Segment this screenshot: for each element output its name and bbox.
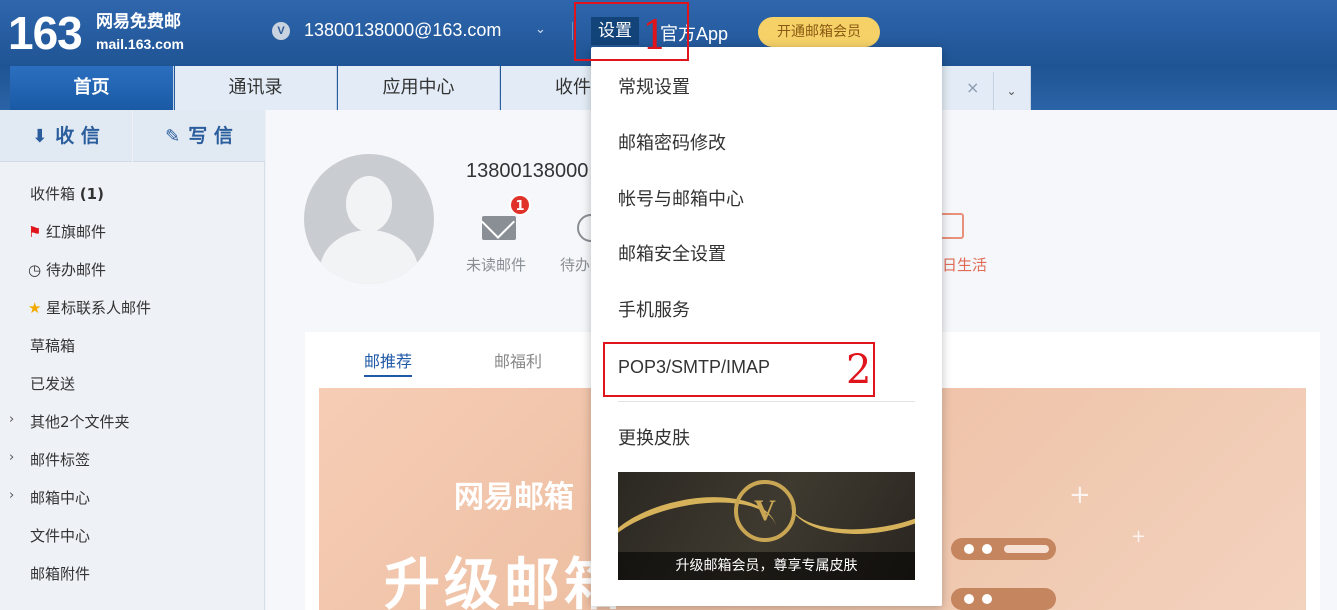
skin-decoration	[781, 472, 915, 547]
banner-decoration: +	[1131, 526, 1147, 547]
sidebar-item-todo[interactable]: ◷ 待办邮件	[28, 260, 107, 280]
vip-badge-icon: V	[734, 480, 796, 542]
annotation-box-2	[603, 342, 875, 397]
annotation-number-1: 1	[642, 13, 668, 59]
star-icon: ★	[28, 299, 42, 317]
receive-label: 收 信	[55, 125, 100, 147]
banner-decoration	[1004, 545, 1049, 553]
logo-url: mail.163.com	[96, 36, 184, 52]
sidebar-item-inbox[interactable]: 收件箱 (1)	[30, 184, 104, 204]
vip-level-icon: V	[272, 22, 290, 40]
edit-icon: ✎	[165, 126, 181, 147]
chevron-right-icon[interactable]: ›	[9, 450, 14, 465]
banner-decoration	[982, 544, 992, 554]
compose-button[interactable]: ✎ 写 信	[133, 110, 265, 162]
sidebar-item-label: 收件箱	[30, 185, 76, 203]
menu-item-change-skin[interactable]: 更换皮肤	[618, 427, 690, 451]
todo-label[interactable]: 待办	[560, 254, 590, 275]
avatar[interactable]	[304, 154, 434, 284]
sidebar-item-other-folders[interactable]: 其他2个文件夹	[30, 412, 130, 432]
banner-decoration	[964, 594, 974, 604]
sidebar-item-flagged[interactable]: ⚑ 红旗邮件	[28, 222, 107, 242]
tab-welfare[interactable]: 邮福利	[494, 348, 542, 372]
menu-divider	[618, 401, 915, 402]
banner-decoration	[982, 594, 992, 604]
close-icon[interactable]: ×	[966, 78, 979, 97]
envelope-icon[interactable]	[482, 216, 516, 240]
unread-mail-label[interactable]: 未读邮件	[466, 254, 526, 275]
annotation-number-2: 2	[846, 347, 872, 393]
logo-text: 网易免费邮	[96, 12, 181, 32]
sidebar-item-sent[interactable]: 已发送	[30, 374, 75, 394]
skin-promo-image[interactable]: V 升级邮箱会员，尊享专属皮肤	[618, 472, 915, 580]
sidebar-item-mailbox-center[interactable]: 邮箱中心	[30, 488, 90, 508]
account-email[interactable]: 13800138000@163.com	[304, 20, 501, 41]
compose-label: 写 信	[188, 125, 233, 147]
sidebar: ⬇ 收 信 ✎ 写 信 收件箱 (1) ⚑ 红旗邮件 ◷ 待办邮件 ★ 星标联系人邮件 草…	[0, 110, 265, 610]
banner-decoration	[964, 544, 974, 554]
clock-icon: ◷	[28, 261, 42, 279]
menu-item-account-center[interactable]: 帐号与邮箱中心	[618, 188, 744, 212]
menu-item-mobile-service[interactable]: 手机服务	[618, 299, 690, 323]
sidebar-item-label: 待办邮件	[46, 261, 107, 279]
tab-contacts[interactable]: 通讯录	[175, 66, 337, 110]
sidebar-item-label: 红旗邮件	[46, 223, 107, 241]
banner-decoration: +	[1069, 480, 1091, 510]
unread-count: (1)	[79, 185, 104, 203]
sidebar-item-file-center[interactable]: 文件中心	[30, 526, 90, 546]
red-flag-icon: ⚑	[28, 223, 42, 241]
active-tab-indicator	[364, 375, 412, 377]
tab-home[interactable]: 首页	[10, 66, 174, 110]
annotation-box-1	[574, 2, 689, 61]
life-label[interactable]: 日生活	[942, 254, 987, 275]
open-vip-button[interactable]: 开通邮箱会员	[758, 17, 880, 47]
chevron-right-icon[interactable]: ›	[9, 412, 14, 427]
menu-item-general-settings[interactable]: 常规设置	[618, 76, 690, 100]
unread-badge: 1	[509, 194, 531, 216]
tab-app-center[interactable]: 应用中心	[338, 66, 500, 110]
banner-logo: 网易邮箱	[454, 480, 574, 515]
logo-163[interactable]: 163	[8, 8, 83, 58]
sidebar-item-drafts[interactable]: 草稿箱	[30, 336, 75, 356]
chevron-down-icon[interactable]: ⌄	[535, 22, 546, 37]
sidebar-item-attachments[interactable]: 邮箱附件	[30, 564, 90, 584]
header-divider	[572, 22, 573, 40]
banner-title: 升级邮箱	[384, 553, 624, 610]
tab-recommend[interactable]: 邮推荐	[364, 348, 412, 372]
chevron-right-icon[interactable]: ›	[9, 488, 14, 503]
skin-caption: 升级邮箱会员，尊享专属皮肤	[618, 552, 915, 580]
inbox-download-icon: ⬇	[32, 126, 48, 147]
menu-item-security[interactable]: 邮箱安全设置	[618, 243, 726, 267]
user-id: 13800138000	[466, 160, 589, 182]
sidebar-item-starred[interactable]: ★ 星标联系人邮件	[28, 298, 152, 318]
chevron-down-icon[interactable]: ⌄	[993, 72, 1029, 110]
sidebar-item-tags[interactable]: 邮件标签	[30, 450, 90, 470]
sidebar-item-label: 星标联系人邮件	[46, 299, 152, 317]
receive-button[interactable]: ⬇ 收 信	[0, 110, 132, 162]
menu-item-password[interactable]: 邮箱密码修改	[618, 132, 726, 156]
